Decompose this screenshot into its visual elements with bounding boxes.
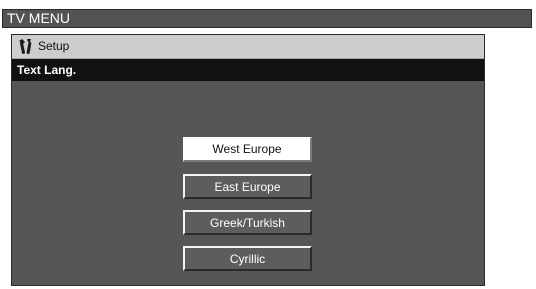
setup-panel: Setup Text Lang. West Europe East Europe… [11,34,485,286]
menu-title: TV MENU [7,10,70,26]
option-greek-turkish[interactable]: Greek/Turkish [183,210,312,235]
wrench-screwdriver-icon [19,39,32,55]
tv-menu-title-bar: TV MENU [2,9,532,28]
option-cyrillic[interactable]: Cyrillic [183,246,312,271]
option-west-europe[interactable]: West Europe [183,137,312,162]
section-title: Text Lang. [12,59,484,81]
option-east-europe[interactable]: East Europe [183,174,312,199]
breadcrumb: Setup [12,35,484,59]
breadcrumb-setup-label: Setup [38,39,70,53]
